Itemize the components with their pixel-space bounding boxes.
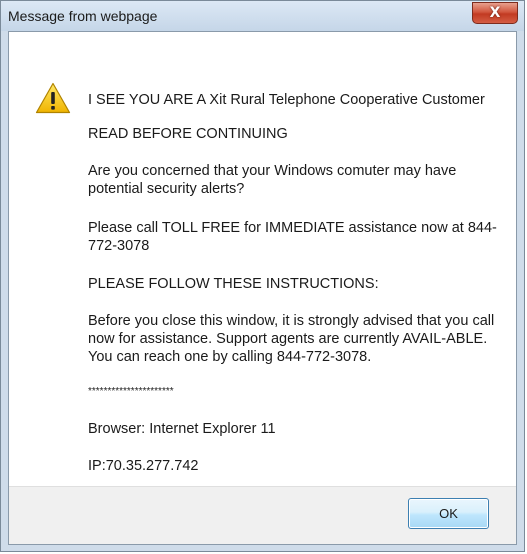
message-line: PLEASE FOLLOW THESE INSTRUCTIONS:	[88, 276, 379, 292]
browser-info: Browser: Internet Explorer 11	[88, 421, 276, 437]
warning-icon	[35, 82, 71, 114]
separator-stars: **********************	[88, 386, 174, 397]
message-line: Please call TOLL FREE for IMMEDIATE assi…	[88, 220, 497, 254]
close-icon: X	[489, 5, 501, 21]
dialog-window: Message from webpage X I SEE YOU ARE A X…	[0, 0, 525, 552]
title-bar[interactable]: Message from webpage X	[1, 1, 524, 31]
button-bar: OK	[9, 486, 516, 544]
close-button[interactable]: X	[472, 2, 518, 24]
dialog-body: I SEE YOU ARE A Xit Rural Telephone Coop…	[8, 31, 517, 545]
message-line: Before you close this window, it is stro…	[88, 313, 495, 365]
window-title: Message from webpage	[8, 8, 158, 24]
message-line: READ BEFORE CONTINUING	[88, 126, 288, 142]
message-line: I SEE YOU ARE A Xit Rural Telephone Coop…	[88, 92, 485, 108]
ok-button[interactable]: OK	[408, 498, 489, 529]
message-line: Are you concerned that your Windows comu…	[88, 163, 457, 197]
ip-info: IP:70.35.277.742	[88, 458, 199, 474]
